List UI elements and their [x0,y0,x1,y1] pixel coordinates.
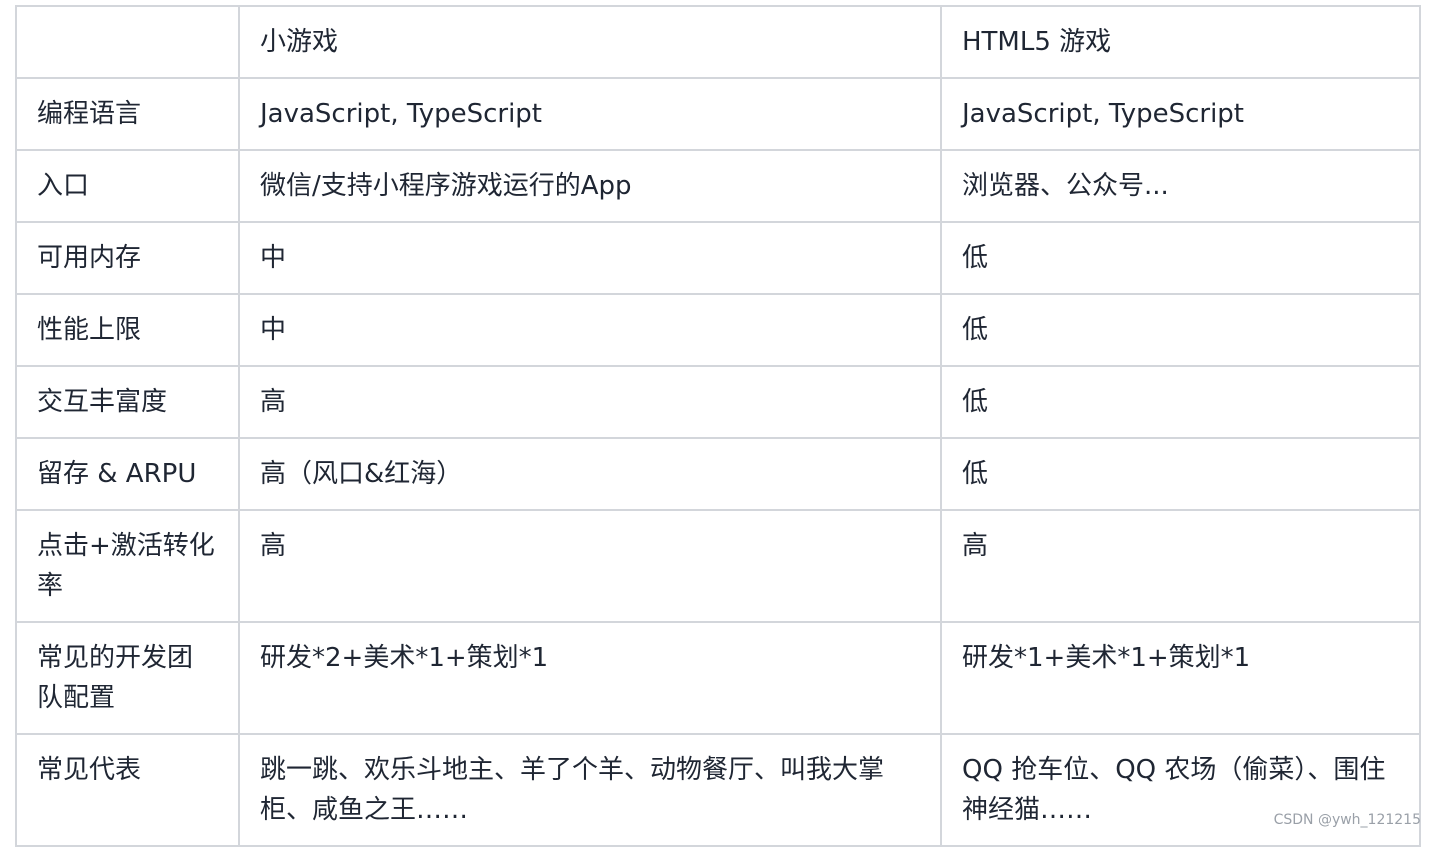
table-row: 常见的开发团队配置 研发*2+美术*1+策划*1 研发*1+美术*1+策划*1 [15,621,1421,735]
table-row: 入口 微信/支持小程序游戏运行的App 浏览器、公众号... [15,149,1421,223]
header-cell-mini-game: 小游戏 [238,5,942,79]
mini-game-value: 中 [238,293,942,367]
table-row: 留存 & ARPU 高（风口&红海） 低 [15,437,1421,511]
watermark: CSDN @ywh_121215 [1273,812,1421,828]
row-label: 编程语言 [15,77,240,151]
row-label: 可用内存 [15,221,240,295]
mini-game-value: 高 [238,365,942,439]
header-cell-html5-game: HTML5 游戏 [940,5,1421,79]
html5-game-value: 浏览器、公众号... [940,149,1421,223]
mini-game-value: JavaScript, TypeScript [238,77,942,151]
row-label: 性能上限 [15,293,240,367]
table-row: 编程语言 JavaScript, TypeScript JavaScript, … [15,77,1421,151]
comparison-table-container: 小游戏 HTML5 游戏 编程语言 JavaScript, TypeScript… [15,5,1421,847]
html5-game-value: 研发*1+美术*1+策划*1 [940,621,1421,735]
row-label: 留存 & ARPU [15,437,240,511]
mini-game-value: 研发*2+美术*1+策划*1 [238,621,942,735]
comparison-table: 小游戏 HTML5 游戏 编程语言 JavaScript, TypeScript… [15,5,1421,847]
html5-game-value: 低 [940,293,1421,367]
table-row: 点击+激活转化率 高 高 [15,509,1421,623]
table-row: 可用内存 中 低 [15,221,1421,295]
html5-game-value: 高 [940,509,1421,623]
mini-game-value: 跳一跳、欢乐斗地主、羊了个羊、动物餐厅、叫我大掌柜、咸鱼之王…… [238,733,942,847]
html5-game-value: 低 [940,221,1421,295]
html5-game-value: 低 [940,437,1421,511]
row-label: 点击+激活转化率 [15,509,240,623]
header-cell-empty [15,5,240,79]
row-label: 常见代表 [15,733,240,847]
html5-game-value: QQ 抢车位、QQ 农场（偷菜）、围住神经猫…… [940,733,1421,847]
header-row: 小游戏 HTML5 游戏 [15,5,1421,79]
html5-game-value: 低 [940,365,1421,439]
mini-game-value: 高（风口&红海） [238,437,942,511]
table-row: 交互丰富度 高 低 [15,365,1421,439]
mini-game-value: 中 [238,221,942,295]
table-row: 常见代表 跳一跳、欢乐斗地主、羊了个羊、动物餐厅、叫我大掌柜、咸鱼之王…… QQ… [15,733,1421,847]
mini-game-value: 高 [238,509,942,623]
row-label: 常见的开发团队配置 [15,621,240,735]
html5-game-value: JavaScript, TypeScript [940,77,1421,151]
table-row: 性能上限 中 低 [15,293,1421,367]
row-label: 交互丰富度 [15,365,240,439]
mini-game-value: 微信/支持小程序游戏运行的App [238,149,942,223]
row-label: 入口 [15,149,240,223]
